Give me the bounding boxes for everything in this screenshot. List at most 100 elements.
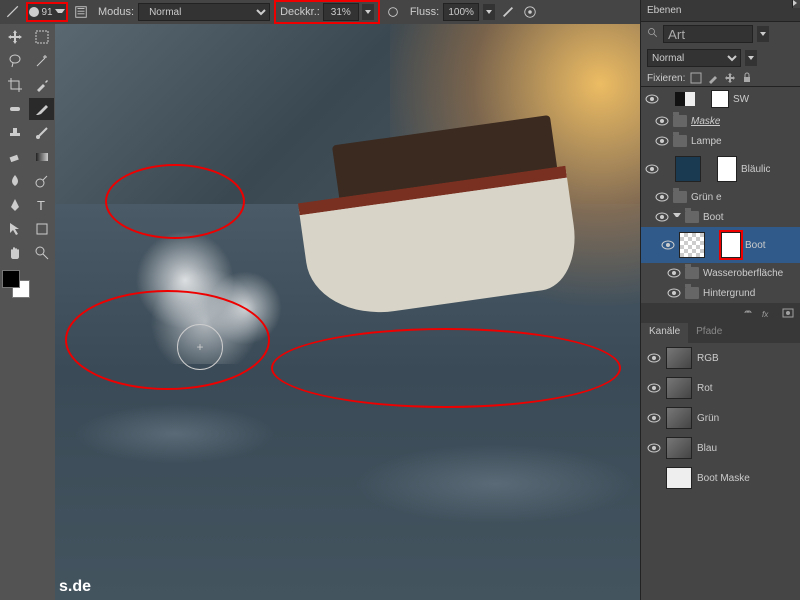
twirl-icon[interactable]: [673, 213, 681, 221]
visibility-icon[interactable]: [655, 210, 669, 224]
lasso-tool[interactable]: [2, 50, 27, 72]
fx-icon[interactable]: fx: [762, 307, 774, 319]
brush-tool[interactable]: [29, 98, 54, 120]
wave: [75, 404, 275, 464]
tab-pfade[interactable]: Pfade: [688, 323, 730, 343]
layer-thumbnail[interactable]: [679, 232, 705, 258]
layer-row-wasser[interactable]: Wasseroberfläche: [641, 263, 800, 283]
visibility-icon[interactable]: [667, 286, 681, 300]
channel-thumbnail: [666, 437, 692, 459]
eraser-tool[interactable]: [2, 146, 27, 168]
visibility-icon[interactable]: [647, 441, 661, 455]
search-icon: [647, 27, 659, 42]
foreground-color[interactable]: [2, 270, 20, 288]
visibility-icon[interactable]: [661, 238, 675, 252]
channel-blau[interactable]: Blau: [641, 433, 800, 463]
fill-thumbnail[interactable]: [675, 156, 701, 182]
eyedropper-tool[interactable]: [29, 74, 54, 96]
pressure-size-icon[interactable]: [521, 3, 539, 21]
folder-icon: [673, 191, 687, 203]
layer-filter-input[interactable]: [663, 25, 753, 43]
link-layers-icon[interactable]: [742, 307, 754, 319]
path-select-tool[interactable]: [2, 218, 27, 240]
visibility-icon[interactable]: [645, 92, 659, 106]
layer-name: Bläulic: [741, 164, 770, 175]
mask-thumbnail[interactable]: [721, 232, 741, 258]
visibility-icon[interactable]: [647, 471, 661, 485]
flow-input[interactable]: [443, 3, 479, 21]
visibility-icon[interactable]: [655, 114, 669, 128]
layer-row-sw[interactable]: SW: [641, 87, 800, 111]
channel-name: Boot Maske: [697, 473, 750, 484]
pressure-opacity-icon[interactable]: [384, 3, 402, 21]
mask-icon[interactable]: [782, 307, 794, 319]
mask-thumbnail[interactable]: [717, 156, 737, 182]
dropdown-icon[interactable]: [757, 26, 769, 42]
channel-name: RGB: [697, 353, 719, 364]
opacity-control[interactable]: Deckkr.:: [274, 0, 380, 24]
brush-tool-icon: [4, 3, 22, 21]
layer-row-lampe[interactable]: Lampe: [641, 131, 800, 151]
lock-all-icon[interactable]: [741, 72, 753, 84]
folder-icon: [685, 267, 699, 279]
channel-boot-maske[interactable]: Boot Maske: [641, 463, 800, 493]
visibility-icon[interactable]: [647, 411, 661, 425]
visibility-icon[interactable]: [647, 351, 661, 365]
dodge-tool[interactable]: [29, 170, 54, 192]
channel-name: Blau: [697, 443, 717, 454]
history-brush-tool[interactable]: [29, 122, 54, 144]
lock-paint-icon[interactable]: [707, 72, 719, 84]
tab-kanaele[interactable]: Kanäle: [641, 323, 688, 343]
layer-row-boot[interactable]: Boot: [641, 227, 800, 263]
channel-rgb[interactable]: RGB: [641, 343, 800, 373]
wand-tool[interactable]: [29, 50, 54, 72]
layer-name: SW: [733, 94, 749, 105]
blur-tool[interactable]: [2, 170, 27, 192]
layer-name: Hintergrund: [703, 288, 755, 299]
color-swatch[interactable]: [2, 270, 30, 298]
lock-transparency-icon[interactable]: [690, 72, 702, 84]
brush-panel-icon[interactable]: [72, 3, 90, 21]
canvas[interactable]: + s.de: [55, 24, 640, 600]
twirl-icon[interactable]: [792, 0, 800, 8]
channels-tabbar: Kanäle Pfade: [641, 323, 800, 343]
channel-name: Grün: [697, 413, 719, 424]
move-tool[interactable]: [2, 26, 27, 48]
blend-mode-select[interactable]: Normal: [138, 3, 270, 21]
lock-position-icon[interactable]: [724, 72, 736, 84]
visibility-icon[interactable]: [655, 134, 669, 148]
mask-thumbnail[interactable]: [711, 90, 729, 108]
airbrush-icon[interactable]: [499, 3, 517, 21]
zoom-tool[interactable]: [29, 242, 54, 264]
pen-tool[interactable]: [2, 194, 27, 216]
opacity-input[interactable]: [323, 3, 359, 21]
layer-row-boot-folder[interactable]: Boot: [641, 207, 800, 227]
lock-label: Fixieren:: [647, 73, 685, 84]
visibility-icon[interactable]: [667, 266, 681, 280]
link-icon: [709, 241, 717, 249]
hand-tool[interactable]: [2, 242, 27, 264]
brush-preset-picker[interactable]: 91: [26, 2, 68, 22]
visibility-icon[interactable]: [645, 162, 659, 176]
layer-row-gruen[interactable]: Grün e: [641, 187, 800, 207]
layer-blend-mode-select[interactable]: Normal: [647, 49, 741, 67]
channel-gruen[interactable]: Grün: [641, 403, 800, 433]
stamp-tool[interactable]: [2, 122, 27, 144]
visibility-icon[interactable]: [655, 190, 669, 204]
crop-tool[interactable]: [2, 74, 27, 96]
channel-thumbnail: [666, 347, 692, 369]
channel-rot[interactable]: Rot: [641, 373, 800, 403]
layer-name: Grün e: [691, 192, 722, 203]
heal-tool[interactable]: [2, 98, 27, 120]
layer-row-blaulich[interactable]: Bläulic: [641, 151, 800, 187]
marquee-tool[interactable]: [29, 26, 54, 48]
shape-tool[interactable]: [29, 218, 54, 240]
visibility-icon[interactable]: [647, 381, 661, 395]
type-tool[interactable]: T: [29, 194, 54, 216]
layer-row-hintergrund[interactable]: Hintergrund: [641, 283, 800, 303]
dropdown-icon[interactable]: [745, 50, 757, 66]
dropdown-icon[interactable]: [362, 4, 374, 20]
dropdown-icon[interactable]: [483, 4, 495, 20]
gradient-tool[interactable]: [29, 146, 54, 168]
layer-row-maske[interactable]: Maske: [641, 111, 800, 131]
